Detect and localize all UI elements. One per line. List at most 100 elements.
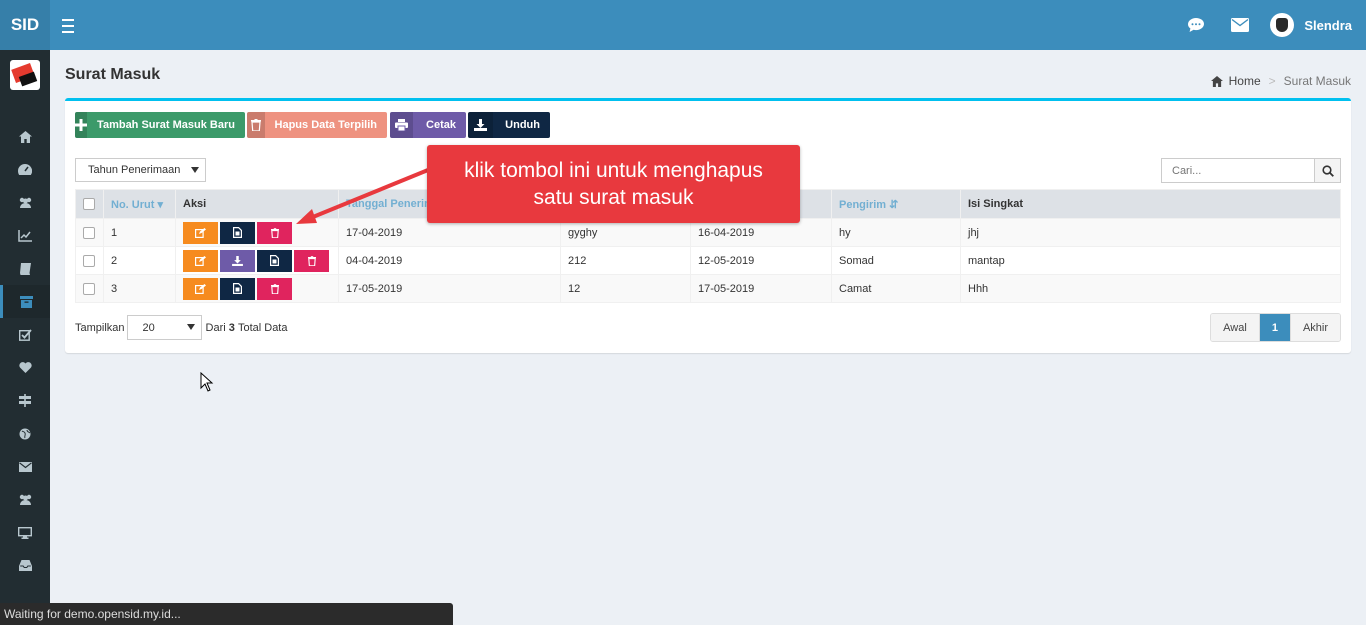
cell-no: 2 [103,246,176,275]
signpost-icon[interactable] [0,384,50,417]
add-letter-label: Tambah Surat Masuk Baru [97,119,235,131]
sort-desc-icon: ▾ [157,198,163,211]
search-box [1161,158,1341,183]
year-filter-value: Tahun Penerimaan [88,164,181,176]
view-document-button[interactable] [220,277,255,300]
header-aksi: Aksi [175,189,339,219]
search-input[interactable] [1162,159,1314,182]
page-size-select[interactable]: 20 [126,315,202,340]
trash-icon [270,283,279,294]
file-icon [233,283,242,294]
monitor-icon[interactable] [0,516,50,549]
pagination: Awal 1 Akhir [1210,313,1341,342]
pagination-page-1[interactable]: 1 [1259,314,1291,341]
envelope-icon[interactable] [1218,0,1262,50]
edit-icon [195,227,206,238]
show-label: Tampilkan [75,321,125,334]
cell-tanggal-penerimaan: 04-04-2019 [338,246,561,275]
row-checkbox[interactable] [83,282,95,295]
delete-row-button[interactable] [257,221,292,244]
mouse-cursor-icon [200,372,214,392]
users-icon[interactable] [0,186,50,219]
trash-icon [247,112,265,138]
row-checkbox[interactable] [83,226,95,239]
print-icon [390,112,414,138]
tutorial-callout: klik tombol ini untuk menghapus satu sur… [427,145,800,223]
browser-status-bar: Waiting for demo.opensid.my.id... [0,603,453,625]
cell-actions [175,274,339,303]
search-button[interactable] [1314,159,1340,182]
edit-icon [195,255,206,266]
check-icon[interactable] [0,318,50,351]
add-letter-button[interactable]: Tambah Surat Masuk Baru [75,112,245,138]
village-logo[interactable] [10,60,40,90]
cell-isi-singkat: mantap [960,246,1341,275]
globe-icon[interactable] [0,417,50,450]
total-label: Total Data [237,321,288,334]
cell-isi-singkat: Hhh [960,274,1341,303]
page-size-control: Tampilkan 20 Dari 3 Total Data [75,315,287,340]
edit-button[interactable] [183,221,218,244]
breadcrumb-separator: > [1268,74,1276,88]
delete-row-button[interactable] [257,277,292,300]
year-filter-select[interactable]: Tahun Penerimaan [75,158,206,182]
user-menu[interactable]: Slendra [1262,0,1366,50]
callout-line-1: klik tombol ini untuk menghapus [464,159,763,182]
trash-icon [270,227,279,238]
total-count: 3 [228,321,235,334]
content-box: Tambah Surat Masuk Baru Hapus Data Terpi… [65,98,1351,353]
table-row: 2 04-04-2019 212 12-05-2019 Somad mantap [75,246,1341,275]
breadcrumb: Home > Surat Masuk [1210,74,1351,88]
search-icon [1321,164,1334,177]
inbox-icon[interactable] [0,549,50,582]
home-icon[interactable] [0,120,50,153]
cell-pengirim: Somad [831,246,961,275]
chevron-down-icon [186,324,195,330]
row-checkbox[interactable] [83,254,95,267]
delete-row-button[interactable] [294,249,329,272]
download-attachment-button[interactable] [220,249,255,272]
dashboard-icon[interactable] [0,153,50,186]
edit-button[interactable] [183,277,218,300]
cell-no: 3 [103,274,176,303]
mail-icon[interactable] [0,450,50,483]
plus-icon [75,112,88,138]
menu-icon[interactable] [62,15,80,35]
chevron-down-icon [191,167,199,173]
edit-button[interactable] [183,249,218,272]
pagination-first[interactable]: Awal [1211,314,1260,341]
view-document-button[interactable] [220,221,255,244]
book-icon[interactable] [0,252,50,285]
archive-icon[interactable] [0,285,50,318]
table-row: 3 17-05-2019 12 17-05-2019 Camat Hhh [75,274,1341,303]
page-size-value: 20 [142,321,155,334]
select-all-checkbox[interactable] [83,198,95,211]
cell-no: 1 [103,218,176,247]
app-logo[interactable]: SID [0,0,50,50]
heart-icon[interactable] [0,351,50,384]
download-icon [468,112,494,138]
select-all-cell [75,189,104,219]
view-document-button[interactable] [257,249,292,272]
top-navbar: SID Slendra [0,0,1366,50]
sort-pengirim[interactable]: Pengirim ⇵ [831,189,961,219]
cell-nomor-surat: 12 [560,274,691,303]
breadcrumb-current: Surat Masuk [1283,74,1351,88]
cell-tanggal-surat: 12-05-2019 [690,246,832,275]
breadcrumb-home[interactable]: Home [1229,74,1261,88]
print-button[interactable]: Cetak [390,112,466,138]
header-isi-singkat: Isi Singkat [960,189,1341,219]
home-icon [1210,75,1223,87]
comments-icon[interactable] [1174,0,1218,50]
group-icon[interactable] [0,483,50,516]
delete-selected-label: Hapus Data Terpilih [274,119,377,131]
pagination-last[interactable]: Akhir [1290,314,1340,341]
navbar-right: Slendra [1174,0,1366,50]
cell-tanggal-surat: 17-05-2019 [690,274,832,303]
edit-icon [195,283,206,294]
file-icon [270,255,279,266]
chart-icon[interactable] [0,219,50,252]
sort-no-urut[interactable]: No. Urut ▾ [103,189,176,219]
download-button[interactable]: Unduh [468,112,550,138]
delete-selected-button[interactable]: Hapus Data Terpilih [247,112,387,138]
